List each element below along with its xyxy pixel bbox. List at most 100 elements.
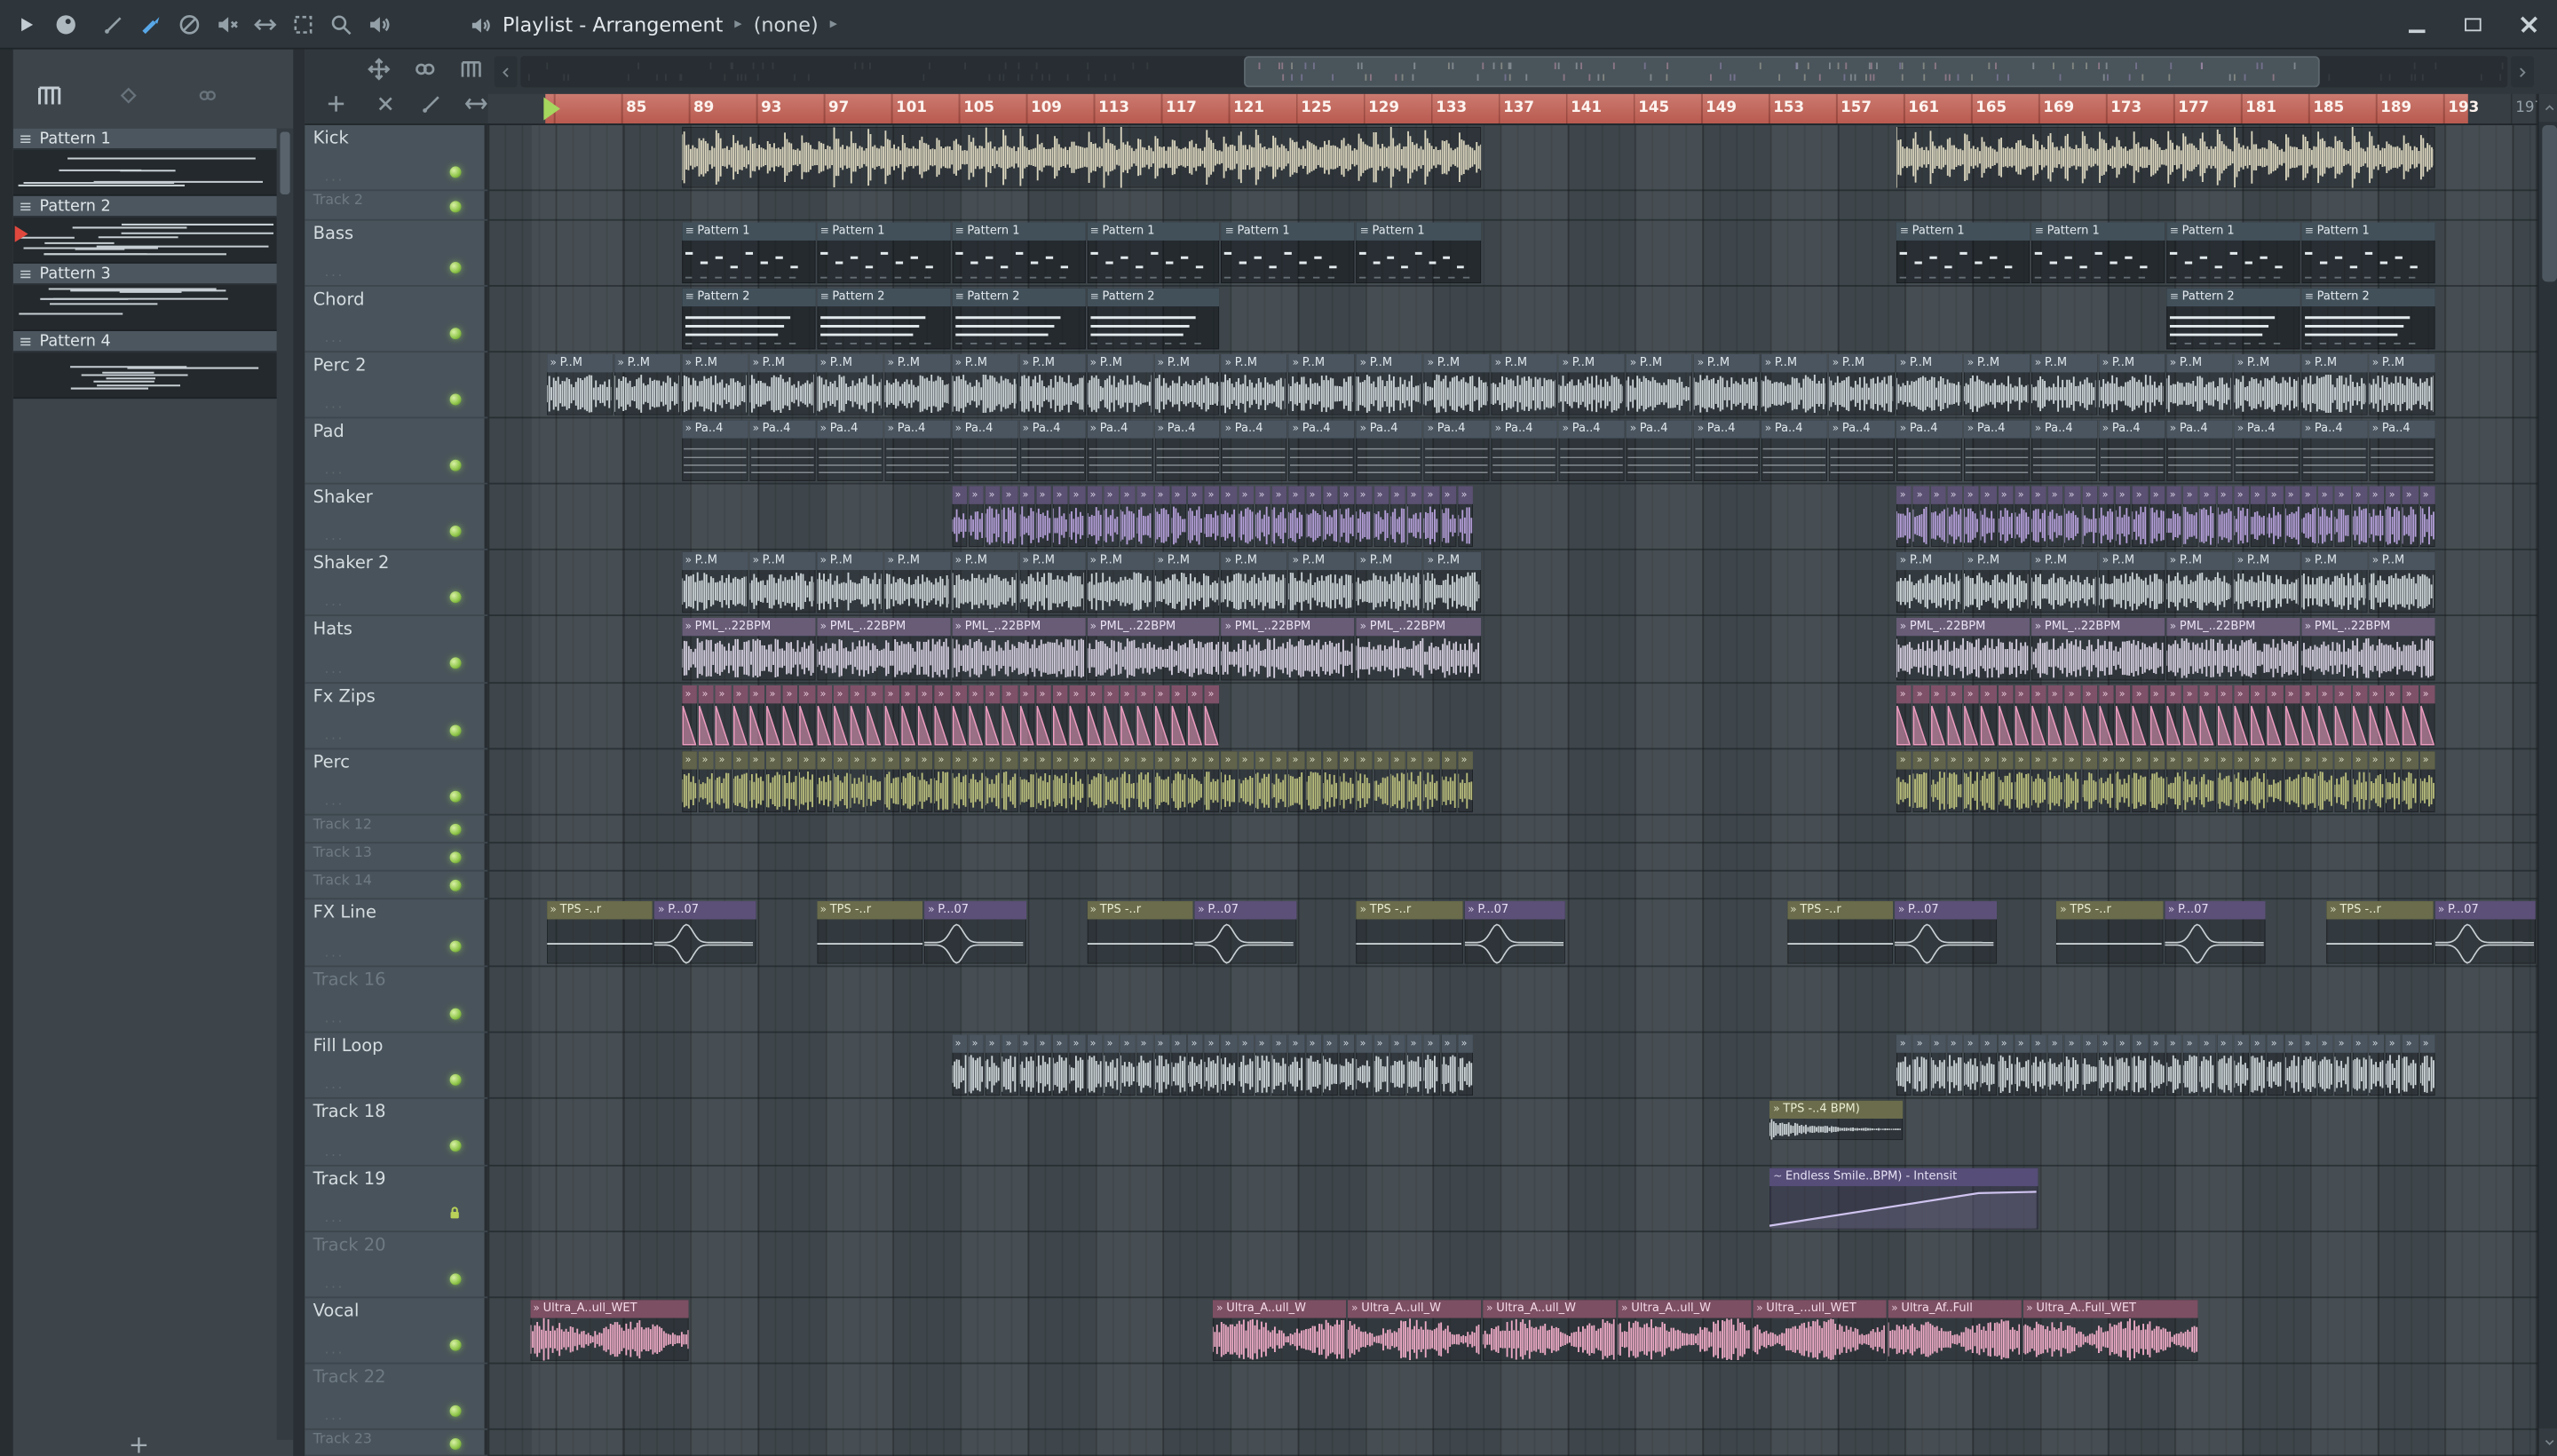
audio-clip[interactable]: » xyxy=(1204,1034,1221,1096)
audio-clip[interactable]: » P...07 xyxy=(2434,901,2537,964)
audio-clip[interactable]: » xyxy=(2048,751,2064,812)
audio-clip[interactable]: » xyxy=(1356,751,1373,812)
audio-clip[interactable]: » xyxy=(2234,486,2250,548)
audio-clip[interactable]: » xyxy=(2301,1034,2317,1096)
audio-clip[interactable]: » P..M xyxy=(2234,551,2300,613)
pattern-clip[interactable]: ≡ Pattern 1 xyxy=(681,222,816,284)
audio-clip[interactable]: » PML_..22BPM xyxy=(2301,617,2435,681)
audio-clip[interactable]: » xyxy=(985,486,1001,548)
audio-clip[interactable]: » xyxy=(2318,486,2334,548)
link-icon[interactable] xyxy=(198,85,218,105)
audio-clip[interactable]: » xyxy=(765,684,782,747)
audio-clip[interactable]: » xyxy=(2183,486,2199,548)
audio-clip[interactable]: » xyxy=(2065,751,2081,812)
audio-clip[interactable]: » xyxy=(1964,1034,1980,1096)
audio-clip[interactable]: » PML_..22BPM xyxy=(681,617,816,681)
audio-clip[interactable]: » Pa..4 xyxy=(883,420,951,481)
audio-clip[interactable]: » Pa..4 xyxy=(1086,420,1153,481)
audio-clip[interactable]: » xyxy=(2166,1034,2182,1096)
audio-clip[interactable]: » xyxy=(1035,684,1052,747)
audio-clip[interactable]: » xyxy=(2234,1034,2250,1096)
audio-clip[interactable]: » xyxy=(2200,751,2216,812)
track-header-track-2[interactable]: Track 2 xyxy=(305,191,488,221)
audio-clip[interactable]: » xyxy=(2284,1034,2300,1096)
audio-clip[interactable]: » xyxy=(1339,1034,1356,1096)
audio-clip[interactable]: » xyxy=(2234,751,2250,812)
audio-clip[interactable]: » xyxy=(1255,486,1271,548)
audio-clip[interactable]: » xyxy=(1440,1034,1457,1096)
audio-clip[interactable]: » xyxy=(2386,1034,2402,1096)
audio-clip[interactable]: » Pa..4 xyxy=(1423,420,1491,481)
pattern-clip[interactable]: ≡ Pattern 1 xyxy=(2166,222,2300,284)
audio-clip[interactable]: » xyxy=(2200,684,2216,747)
no-entry-icon[interactable] xyxy=(178,13,201,36)
audio-clip[interactable]: » xyxy=(2419,486,2435,548)
audio-clip[interactable]: » P..M xyxy=(2166,551,2233,613)
audio-clip[interactable]: » xyxy=(2166,486,2182,548)
audio-clip[interactable]: » PML_..22BPM xyxy=(2166,617,2300,681)
track-resize-grip[interactable]: ··· xyxy=(325,1215,345,1230)
track-header-kick[interactable]: Kick ··· xyxy=(305,125,488,192)
audio-clip[interactable]: » xyxy=(2048,1034,2064,1096)
audio-clip[interactable]: » xyxy=(1423,486,1440,548)
audio-clip[interactable]: » xyxy=(1086,751,1103,812)
audio-clip[interactable]: » xyxy=(968,1034,985,1096)
track-lock-icon[interactable] xyxy=(447,1204,463,1221)
audio-clip[interactable]: » xyxy=(2318,1034,2334,1096)
audio-clip[interactable]: » Pa..4 xyxy=(2099,420,2165,481)
track-resize-grip[interactable]: ··· xyxy=(325,1148,345,1163)
audio-clip[interactable]: » xyxy=(985,1034,1001,1096)
audio-clip[interactable]: » xyxy=(1305,751,1322,812)
audio-clip[interactable]: » xyxy=(2386,486,2402,548)
audio-clip[interactable]: » xyxy=(782,684,799,747)
audio-clip[interactable]: » xyxy=(1947,1034,1963,1096)
pattern-item-header[interactable]: Pattern 3 xyxy=(12,263,277,286)
track-mute-led[interactable] xyxy=(449,459,462,471)
audio-clip[interactable]: » xyxy=(1440,486,1457,548)
audio-clip[interactable]: » xyxy=(1896,1034,1912,1096)
track-header-chord[interactable]: Chord ··· xyxy=(305,287,488,353)
audio-clip[interactable]: » PML_..22BPM xyxy=(951,617,1086,681)
track-header-pad[interactable]: Pad ··· xyxy=(305,418,488,485)
audio-clip[interactable]: » xyxy=(1052,1034,1069,1096)
audio-clip[interactable]: » xyxy=(2133,1034,2149,1096)
audio-clip[interactable]: » xyxy=(2335,486,2351,548)
audio-clip[interactable]: » xyxy=(2065,486,2081,548)
audio-clip[interactable]: » TPS -..r xyxy=(1086,901,1193,964)
audio-clip[interactable]: » P...07 xyxy=(1464,901,1566,964)
audio-clip[interactable]: » P..M xyxy=(1828,353,1896,415)
pattern-item[interactable]: Pattern 1 xyxy=(12,128,277,196)
pattern-clip[interactable]: ≡ Pattern 2 xyxy=(681,288,816,350)
audio-clip[interactable]: » xyxy=(1896,486,1912,548)
track-header-track-13[interactable]: Track 13 xyxy=(305,843,488,872)
audio-clip[interactable]: » xyxy=(1305,1034,1322,1096)
audio-clip[interactable]: » xyxy=(2284,684,2300,747)
track-mute-led[interactable] xyxy=(449,823,462,835)
track-resize-grip[interactable]: ··· xyxy=(325,268,345,283)
pattern-item[interactable]: Pattern 3 xyxy=(12,263,277,331)
audio-clip[interactable]: » xyxy=(951,751,968,812)
audio-clip[interactable]: » xyxy=(2015,1034,2031,1096)
audio-clip[interactable]: » P...07 xyxy=(1895,901,1997,964)
track-header-vocal[interactable]: Vocal ··· xyxy=(305,1298,488,1365)
audio-clip[interactable]: » xyxy=(1153,684,1170,747)
track-mute-led[interactable] xyxy=(449,1339,462,1351)
audio-clip[interactable]: » xyxy=(1981,751,1997,812)
audio-clip[interactable]: » xyxy=(934,684,951,747)
audio-clip[interactable]: » Pa..4 xyxy=(1626,420,1693,481)
audio-clip[interactable]: » xyxy=(1238,1034,1255,1096)
audio-clip[interactable]: » Pa..4 xyxy=(1491,420,1558,481)
breadcrumb-arrangement[interactable]: (none) xyxy=(754,13,819,36)
track-header-perc[interactable]: Perc ··· xyxy=(305,749,488,816)
audio-clip[interactable]: » xyxy=(867,751,883,812)
track-mute-led[interactable] xyxy=(449,1437,462,1450)
track-header-track-12[interactable]: Track 12 xyxy=(305,816,488,844)
audio-clip[interactable]: » TPS -..r xyxy=(2056,901,2164,964)
audio-clip[interactable]: » xyxy=(2301,486,2317,548)
audio-clip[interactable]: » xyxy=(1339,486,1356,548)
audio-clip[interactable]: » P..M xyxy=(2369,353,2435,415)
track-mute-led[interactable] xyxy=(449,1405,462,1417)
track-resize-grip[interactable]: ··· xyxy=(325,949,345,964)
audio-clip[interactable]: » xyxy=(1187,1034,1204,1096)
audio-clip[interactable]: » P..M xyxy=(1423,551,1482,613)
